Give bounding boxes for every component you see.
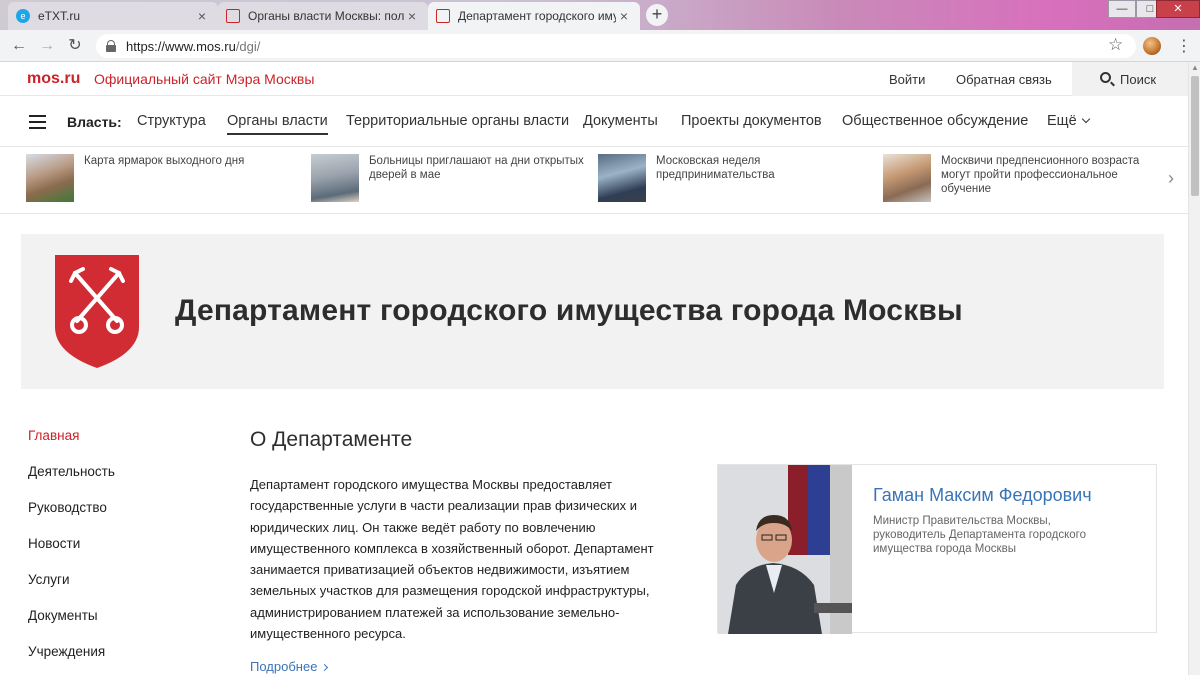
department-sidebar: Главная Деятельность Руководство Новости…: [28, 428, 198, 675]
etxt-favicon-icon: e: [16, 9, 30, 23]
scrollbar-thumb[interactable]: [1191, 76, 1199, 196]
back-arrow-icon[interactable]: ←: [8, 35, 30, 57]
person-name[interactable]: Гаман Максим Федорович: [873, 485, 1092, 506]
nav-item-territorial-authorities[interactable]: Территориальные органы власти: [346, 113, 569, 129]
browser-tab-active[interactable]: Департамент городского имущ ×: [428, 2, 640, 30]
sidebar-item-news[interactable]: Новости: [28, 536, 198, 572]
person-photo: [718, 465, 852, 634]
sidebar-item-home[interactable]: Главная: [28, 428, 198, 464]
news-text: Больницы приглашают на дни открытых двер…: [369, 155, 584, 181]
nav-section-label: Власть:: [67, 114, 122, 130]
lock-icon: [106, 40, 116, 52]
department-banner: Департамент городского имущества города …: [21, 234, 1164, 389]
login-link[interactable]: Войти: [889, 72, 925, 87]
tab-title: eTXT.ru: [38, 9, 81, 23]
search-label: Поиск: [1120, 72, 1157, 87]
browser-toolbar: ← → ↻ https://www.mos.ru/dgi/ ☆ ⋮: [0, 30, 1200, 62]
about-heading: О Департаменте: [250, 428, 413, 451]
more-link[interactable]: Подробнее: [250, 659, 329, 674]
nav-item-more[interactable]: Ещё: [1047, 113, 1090, 129]
news-thumbnail: [311, 154, 359, 202]
feedback-link[interactable]: Обратная связь: [956, 72, 1052, 87]
close-window-button[interactable]: ✕: [1156, 0, 1200, 18]
hamburger-menu-icon[interactable]: [29, 115, 46, 129]
tab-close-icon[interactable]: ×: [194, 8, 210, 24]
news-thumbnail: [883, 154, 931, 202]
page-favicon-icon: [436, 9, 450, 23]
address-bar-input[interactable]: https://www.mos.ru/dgi/: [96, 34, 1136, 58]
sidebar-item-services[interactable]: Услуги: [28, 572, 198, 608]
new-tab-button[interactable]: +: [646, 4, 668, 26]
nav-item-documents[interactable]: Документы: [583, 113, 658, 129]
page-favicon-icon: [226, 9, 240, 23]
browser-tab[interactable]: Органы власти Москвы: полный ×: [218, 2, 428, 30]
page-scrollbar[interactable]: ▲: [1188, 62, 1200, 675]
news-thumbnail: [598, 154, 646, 202]
minimize-window-button[interactable]: —: [1108, 0, 1136, 18]
nav-item-public-discussion[interactable]: Общественное обсуждение: [842, 113, 1028, 129]
nav-more-label: Ещё: [1047, 113, 1077, 129]
about-description: Департамент городского имущества Москвы …: [250, 477, 654, 642]
person-role: Министр Правительства Москвы, руководите…: [873, 515, 1086, 555]
sidebar-item-documents[interactable]: Документы: [28, 608, 198, 644]
site-logo[interactable]: mos.ru: [27, 70, 80, 88]
web-page: mos.ru Официальный сайт Мэра Москвы Войт…: [0, 62, 1188, 675]
more-link-label: Подробнее: [250, 659, 318, 674]
sidebar-item-institutions[interactable]: Учреждения: [28, 644, 198, 675]
main-navigation: Власть: Структура Органы власти Территор…: [0, 97, 1188, 147]
chevron-right-icon[interactable]: ›: [1168, 168, 1174, 189]
site-title[interactable]: Официальный сайт Мэра Москвы: [94, 71, 314, 87]
sidebar-item-activity[interactable]: Деятельность: [28, 464, 198, 500]
url-path: /dgi/: [235, 38, 261, 54]
chevron-down-icon: [1081, 114, 1090, 124]
search-button[interactable]: Поиск: [1072, 62, 1188, 96]
url-host: https://www.mos.ru: [126, 38, 236, 54]
reload-icon[interactable]: ↻: [64, 35, 86, 57]
news-text: Москвичи предпенсионного возраста могут …: [941, 155, 1140, 195]
bookmark-star-icon[interactable]: ☆: [1108, 35, 1123, 55]
browser-tab[interactable]: e eTXT.ru ×: [8, 2, 218, 30]
forward-arrow-icon[interactable]: →: [36, 35, 58, 57]
news-thumbnail: [26, 154, 74, 202]
crossed-keys-crest-icon: [55, 255, 139, 368]
tab-close-icon[interactable]: ×: [404, 8, 420, 24]
news-carousel: Карта ярмарок выходного дня Больницы при…: [0, 148, 1188, 214]
scroll-up-arrow-icon[interactable]: ▲: [1191, 63, 1199, 72]
tab-close-icon[interactable]: ×: [616, 8, 632, 24]
nav-item-structure[interactable]: Структура: [137, 113, 206, 129]
nav-item-draft-documents[interactable]: Проекты документов: [681, 113, 822, 129]
search-icon: [1100, 72, 1111, 83]
tab-title: Департамент городского имущ: [458, 9, 616, 23]
news-text: Карта ярмарок выходного дня: [84, 155, 245, 167]
browser-tab-strip: e eTXT.ru × Органы власти Москвы: полный…: [0, 0, 1200, 30]
site-header: mos.ru Официальный сайт Мэра Москвы Войт…: [0, 62, 1188, 96]
tab-title: Органы власти Москвы: полный: [248, 9, 404, 23]
chevron-right-icon: [321, 663, 329, 672]
browser-menu-icon[interactable]: ⋮: [1176, 36, 1192, 56]
head-of-department-card[interactable]: Гаман Максим Федорович Министр Правитель…: [717, 464, 1157, 634]
profile-avatar-icon[interactable]: [1143, 37, 1161, 55]
department-title: Департамент городского имущества города …: [175, 294, 963, 327]
news-text: Московская неделя предпринимательства: [656, 155, 775, 181]
nav-item-authorities[interactable]: Органы власти: [227, 113, 328, 135]
sidebar-item-management[interactable]: Руководство: [28, 500, 198, 536]
